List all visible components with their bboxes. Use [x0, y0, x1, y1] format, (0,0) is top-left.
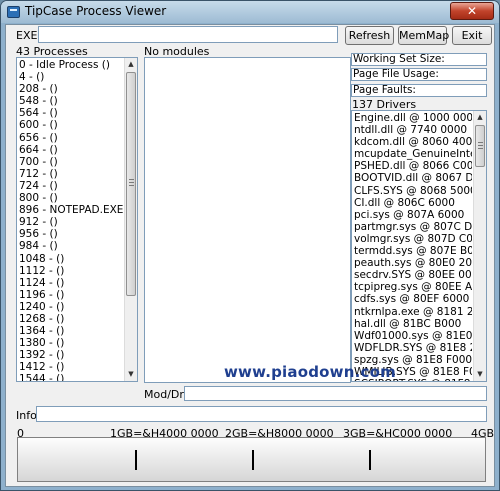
memmap-button[interactable]: MemMap [398, 26, 449, 45]
scroll-up-icon[interactable]: ▲ [125, 58, 137, 71]
driver-list-scrollbar[interactable]: ▲ ▼ [473, 111, 486, 381]
process-list-item[interactable]: 724 - () [19, 180, 123, 192]
title-bar[interactable]: TipCase Process Viewer ✕ [1, 1, 499, 23]
process-list-item[interactable]: 1112 - () [19, 265, 123, 277]
window-title: TipCase Process Viewer [25, 4, 167, 18]
process-list-item[interactable]: 548 - () [19, 95, 123, 107]
driver-list-item[interactable]: tcpipreg.sys @ 80EE A000 [354, 281, 472, 293]
driver-list-item[interactable]: kdcom.dll @ 8060 4000 [354, 136, 472, 148]
process-list-item[interactable]: 1196 - () [19, 289, 123, 301]
exe-input[interactable] [38, 26, 338, 43]
scroll-up-icon[interactable]: ▲ [474, 111, 486, 124]
driver-list-item[interactable]: ntkrnlpa.exe @ 8181 2000 [354, 306, 472, 318]
process-list-item[interactable]: 1364 - () [19, 325, 123, 337]
mod-drv-input[interactable] [184, 386, 487, 401]
scroll-thumb[interactable] [475, 125, 485, 167]
refresh-button[interactable]: Refresh [345, 26, 394, 45]
process-list-item[interactable]: 4 - () [19, 71, 123, 83]
driver-list-item[interactable]: volmgr.sys @ 807D C000 [354, 233, 472, 245]
process-list-item[interactable]: 984 - () [19, 240, 123, 252]
driver-list-item[interactable]: hal.dll @ 81BC B000 [354, 318, 472, 330]
process-list-item[interactable]: 656 - () [19, 132, 123, 144]
driver-list-item[interactable]: ntdll.dll @ 7740 0000 [354, 124, 472, 136]
driver-list-item[interactable]: cdfs.sys @ 80EF 6000 [354, 293, 472, 305]
process-list-item[interactable]: 208 - () [19, 83, 123, 95]
process-list-item[interactable]: 956 - () [19, 228, 123, 240]
scroll-down-icon[interactable]: ▼ [125, 368, 137, 381]
driver-list-item[interactable]: mcupdate_GenuineIntel.dl [354, 148, 472, 160]
process-list-item[interactable]: 896 - NOTEPAD.EXE (nc [19, 204, 123, 216]
client-area: EXE Refresh MemMap Exit 43 Processes No … [5, 24, 495, 487]
driver-list-item[interactable]: WDFLDR.SYS @ 81E8 2000 [354, 342, 472, 354]
driver-list-item[interactable]: CLFS.SYS @ 8068 5000 [354, 185, 472, 197]
memory-map-bar[interactable] [17, 437, 486, 482]
process-list-item[interactable]: 1268 - () [19, 313, 123, 325]
memmap-tick-2gb [252, 450, 254, 470]
process-list-item[interactable]: 0 - Idle Process () [19, 59, 123, 71]
scroll-down-icon[interactable]: ▼ [474, 368, 486, 381]
process-list-item[interactable]: 1124 - () [19, 277, 123, 289]
info-label: Info [16, 409, 37, 422]
memmap-tick-3gb [369, 450, 371, 470]
app-icon [7, 6, 20, 18]
working-set-size: Working Set Size: [351, 53, 487, 66]
process-list-item[interactable]: 800 - () [19, 192, 123, 204]
driver-list-item[interactable]: termdd.sys @ 807E B000 [354, 245, 472, 257]
page-file-usage: Page File Usage: [351, 68, 487, 81]
module-list[interactable] [144, 57, 351, 383]
driver-list-item[interactable]: CI.dll @ 806C 6000 [354, 197, 472, 209]
driver-list-item[interactable]: partmgr.sys @ 807C D000 [354, 221, 472, 233]
driver-list-item[interactable]: peauth.sys @ 80E0 2000 [354, 257, 472, 269]
process-list-item[interactable]: 1412 - () [19, 361, 123, 373]
exit-button[interactable]: Exit [452, 26, 492, 45]
process-list-item[interactable]: 664 - () [19, 144, 123, 156]
process-list-item[interactable]: 600 - () [19, 119, 123, 131]
page-faults: Page Faults: [351, 84, 487, 97]
process-list-item[interactable]: 912 - () [19, 216, 123, 228]
process-list-item[interactable]: 1048 - () [19, 253, 123, 265]
main-window: TipCase Process Viewer ✕ EXE Refresh Mem… [0, 0, 500, 491]
process-list[interactable]: 0 - Idle Process () 4 - () 208 - () 548 - (… [16, 57, 138, 382]
memmap-tick-1gb [135, 450, 137, 470]
process-list-item[interactable]: 1392 - () [19, 349, 123, 361]
process-list-item[interactable]: 1240 - () [19, 301, 123, 313]
process-list-item[interactable]: 1380 - () [19, 337, 123, 349]
scroll-thumb[interactable] [126, 72, 136, 296]
process-list-item[interactable]: 564 - () [19, 107, 123, 119]
watermark-text: www.piaodown.com [224, 363, 396, 381]
driver-list[interactable]: Engine.dll @ 1000 0000 ntdll.dll @ 7740 0… [351, 110, 487, 382]
driver-list-item[interactable]: pci.sys @ 807A 6000 [354, 209, 472, 221]
driver-list-item[interactable]: PSHED.dll @ 8066 C000 [354, 160, 472, 172]
driver-list-item[interactable]: Engine.dll @ 1000 0000 [354, 112, 472, 124]
driver-list-item[interactable]: secdrv.SYS @ 80EE 0000 [354, 269, 472, 281]
info-input[interactable] [36, 406, 487, 422]
driver-list-item[interactable]: BOOTVID.dll @ 8067 D000 [354, 172, 472, 184]
close-icon: ✕ [466, 4, 478, 18]
process-list-scrollbar[interactable]: ▲ ▼ [124, 58, 137, 381]
process-list-item[interactable]: 1544 - () [19, 373, 123, 381]
process-list-item[interactable]: 700 - () [19, 156, 123, 168]
driver-list-item[interactable]: Wdf01000.sys @ 81E0 6000 [354, 330, 472, 342]
close-button[interactable]: ✕ [450, 2, 494, 20]
process-list-item[interactable]: 712 - () [19, 168, 123, 180]
exe-label: EXE [16, 29, 38, 42]
